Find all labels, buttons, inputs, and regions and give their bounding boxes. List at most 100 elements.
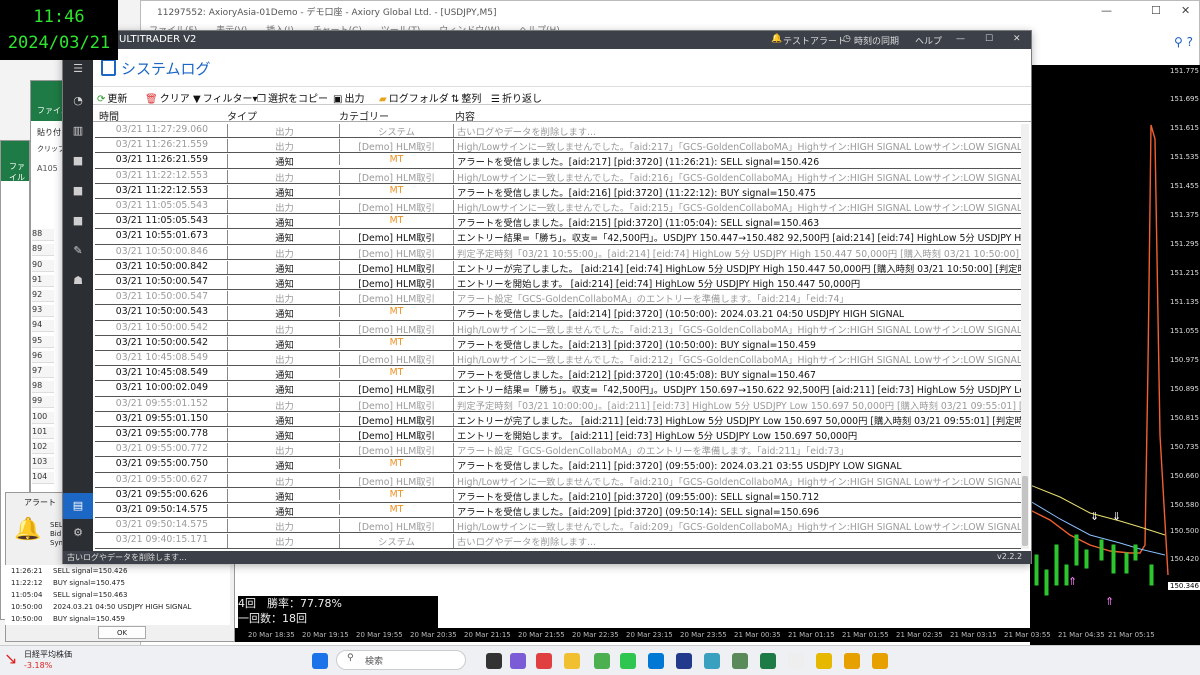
row-number[interactable]: 92 (32, 290, 54, 302)
minimize-icon[interactable]: — (956, 34, 965, 44)
table-row[interactable]: 03/21 10:50:00.547 通知 [Demo] HLM取引 エントリーを開始… (95, 275, 1023, 291)
scrollbar-thumb[interactable] (1022, 476, 1028, 546)
search-icon[interactable]: ⚲ (1174, 35, 1183, 49)
row-number[interactable]: 95 (32, 336, 54, 348)
table-row[interactable]: 03/21 10:50:00.846 出力 [Demo] HLM取引 判定予定時刻「0… (95, 245, 1023, 260)
table-row[interactable]: 03/21 10:50:00.542 出力 [Demo] HLM取引 High/Low… (95, 321, 1023, 336)
table-row[interactable]: 03/21 09:55:00.778 通知 [Demo] HLM取引 エントリーを開始… (95, 427, 1023, 443)
row-number[interactable]: 103 (32, 457, 54, 469)
close-icon[interactable]: ✕ (1181, 4, 1190, 17)
help-icon[interactable]: ? (1187, 35, 1193, 49)
col-content[interactable]: 内容 (455, 108, 475, 123)
ultitrader-window[interactable]: ULTITRADER V2 🔔 テストアラート ◷ 時刻の同期 ヘルプ — ☐ … (62, 30, 1032, 564)
time-sync-button[interactable]: 時刻の同期 (854, 34, 899, 47)
list-item[interactable]: 10:50:00 BUY signal=150.459 (5, 613, 230, 625)
mt4-icon[interactable] (844, 653, 860, 669)
table-row[interactable]: 03/21 11:05:05.543 出力 [Demo] HLM取引 High/Low… (95, 199, 1023, 215)
table-row[interactable]: 03/21 09:50:14.575 通知 MT アラートを受信しました。[aid:2… (95, 503, 1023, 519)
maximize-icon[interactable]: ☐ (985, 34, 993, 44)
col-category[interactable]: カテゴリー (339, 108, 389, 123)
b-icon[interactable]: ■ (70, 183, 86, 199)
wrench-icon[interactable]: ✎ (70, 243, 86, 259)
app-icon[interactable] (788, 653, 804, 669)
gear-icon[interactable]: ⚙ (70, 525, 86, 541)
table-row[interactable]: 03/21 11:27:29.060 出力 システム 古いログやデータを削除します..… (95, 123, 1023, 139)
line-icon[interactable] (620, 653, 636, 669)
app-icon[interactable] (676, 653, 692, 669)
refresh-button[interactable]: ⟳ 更新 (97, 90, 127, 105)
log-table[interactable]: 時間 タイプ カテゴリー 内容 03/21 11:27:29.060 出力 システム… (93, 106, 1031, 551)
table-row[interactable]: 03/21 11:26:21.559 出力 [Demo] HLM取引 High/Low… (95, 138, 1023, 154)
users-icon[interactable]: ☗ (70, 273, 86, 289)
taskview-icon[interactable] (486, 653, 502, 669)
list-item[interactable]: 11:05:04 SELL signal=150.463 (5, 589, 230, 601)
chart-icon[interactable]: ▥ (70, 123, 86, 139)
search-box[interactable]: ⚲ 検索 (336, 650, 466, 670)
t-icon[interactable]: ■ (70, 213, 86, 229)
row-number[interactable]: 96 (32, 351, 54, 363)
table-row[interactable]: 03/21 09:55:00.750 通知 MT アラートを受信しました。[aid:2… (95, 457, 1023, 473)
table-row[interactable]: 03/21 09:40:15.171 出力 システム 古いログやデータを削除します..… (95, 533, 1023, 549)
table-row[interactable]: 03/21 09:55:00.626 通知 MT アラートを受信しました。[aid:2… (95, 488, 1023, 503)
table-row[interactable]: 03/21 09:55:00.627 出力 [Demo] HLM取引 High/Low… (95, 473, 1023, 488)
table-row[interactable]: 03/21 10:50:00.842 通知 [Demo] HLM取引 エントリーが完了… (95, 260, 1023, 275)
scrollbar[interactable] (1021, 124, 1029, 549)
log-folder-button[interactable]: ▰ ログフォルダ (379, 90, 449, 105)
app-icon[interactable] (816, 653, 832, 669)
folder-icon[interactable] (564, 653, 580, 669)
app-icon[interactable] (732, 653, 748, 669)
row-number[interactable]: 98 (32, 381, 54, 393)
row-number[interactable]: 93 (32, 305, 54, 317)
list-item[interactable]: 11:22:12 BUY signal=150.475 (5, 577, 230, 589)
minimize-icon[interactable]: — (1101, 4, 1112, 17)
table-row[interactable]: 03/21 11:05:05.543 通知 MT アラートを受信しました。[aid:2… (95, 214, 1023, 230)
col-type[interactable]: タイプ (227, 108, 257, 123)
excel-tab[interactable]: ファイル (1, 141, 29, 182)
test-alert-button[interactable]: テストアラート (783, 34, 846, 47)
table-row[interactable]: 03/21 11:26:21.559 通知 MT アラートを受信しました。[aid:2… (95, 153, 1023, 169)
table-row[interactable]: 03/21 11:22:12.553 出力 [Demo] HLM取引 High/Low… (95, 169, 1023, 184)
sort-button[interactable]: ⇅ 整列 (451, 90, 481, 105)
table-row[interactable]: 03/21 10:45:08.549 通知 MT アラートを受信しました。[aid:2… (95, 366, 1023, 382)
filter-button[interactable]: ▼ フィルター▾ (193, 90, 258, 105)
row-number[interactable]: 94 (32, 320, 54, 332)
close-icon[interactable]: ✕ (1013, 34, 1021, 44)
clear-button[interactable]: 🗑 クリア (145, 90, 190, 105)
ok-button[interactable]: OK (98, 626, 146, 639)
row-number[interactable]: 100 (32, 412, 54, 424)
excel-icon[interactable] (760, 653, 776, 669)
table-row[interactable]: 03/21 10:50:00.542 通知 MT アラートを受信しました。[aid:2… (95, 336, 1023, 351)
dashboard-icon[interactable]: ◔ (70, 93, 86, 109)
table-row[interactable]: 03/21 11:22:12.553 通知 MT アラートを受信しました。[aid:2… (95, 184, 1023, 199)
table-row[interactable]: 03/21 10:50:00.543 通知 MT アラートを受信しました。[aid:2… (95, 305, 1023, 321)
table-row[interactable]: 03/21 09:55:00.772 出力 [Demo] HLM取引 アラート設定「G… (95, 442, 1023, 458)
row-number[interactable]: 88 (32, 229, 54, 241)
windows-start-icon[interactable] (312, 653, 328, 669)
copy-selection-button[interactable]: ❐ 選択をコピー (257, 90, 328, 105)
app-icon[interactable] (704, 653, 720, 669)
app-icon[interactable] (536, 653, 552, 669)
col-time[interactable]: 時間 (99, 108, 119, 123)
chat-icon[interactable] (510, 653, 526, 669)
log-icon[interactable]: ▤ (63, 493, 93, 519)
title-bar[interactable]: ULTITRADER V2 🔔 テストアラート ◷ 時刻の同期 ヘルプ — ☐ … (63, 31, 1031, 49)
mt4-icon[interactable] (872, 653, 888, 669)
output-button[interactable]: ▣ 出力 (333, 90, 364, 105)
help-button[interactable]: ヘルプ (915, 34, 942, 47)
stock-name[interactable]: 日経平均株価 (24, 649, 72, 660)
row-number[interactable]: 101 (32, 427, 54, 439)
row-number[interactable]: 99 (32, 396, 54, 408)
menu-icon[interactable]: ☰ (70, 61, 86, 77)
list-item[interactable]: 11:26:21 SELL signal=150.426 (5, 565, 230, 577)
chrome-icon[interactable] (594, 653, 610, 669)
table-row[interactable]: 03/21 09:55:01.152 出力 [Demo] HLM取引 判定予定時刻「0… (95, 397, 1023, 412)
row-number[interactable]: 91 (32, 275, 54, 287)
table-row[interactable]: 03/21 10:55:01.673 通知 [Demo] HLM取引 エントリー結果=… (95, 229, 1023, 245)
list-item[interactable]: 10:50:00 2024.03.21 04:50 USDJPY HIGH SIG… (5, 601, 230, 613)
table-row[interactable]: 03/21 10:50:00.547 出力 [Demo] HLM取引 アラート設定「G… (95, 290, 1023, 306)
table-row[interactable]: 03/21 10:45:08.549 出力 [Demo] HLM取引 High/Low… (95, 351, 1023, 367)
alert-list[interactable]: 11:26:21 SELL signal=150.426 11:22:12 BUY … (5, 565, 230, 625)
row-number[interactable]: 89 (32, 244, 54, 256)
row-number[interactable]: 90 (32, 260, 54, 272)
h-icon[interactable]: ■ (70, 153, 86, 169)
